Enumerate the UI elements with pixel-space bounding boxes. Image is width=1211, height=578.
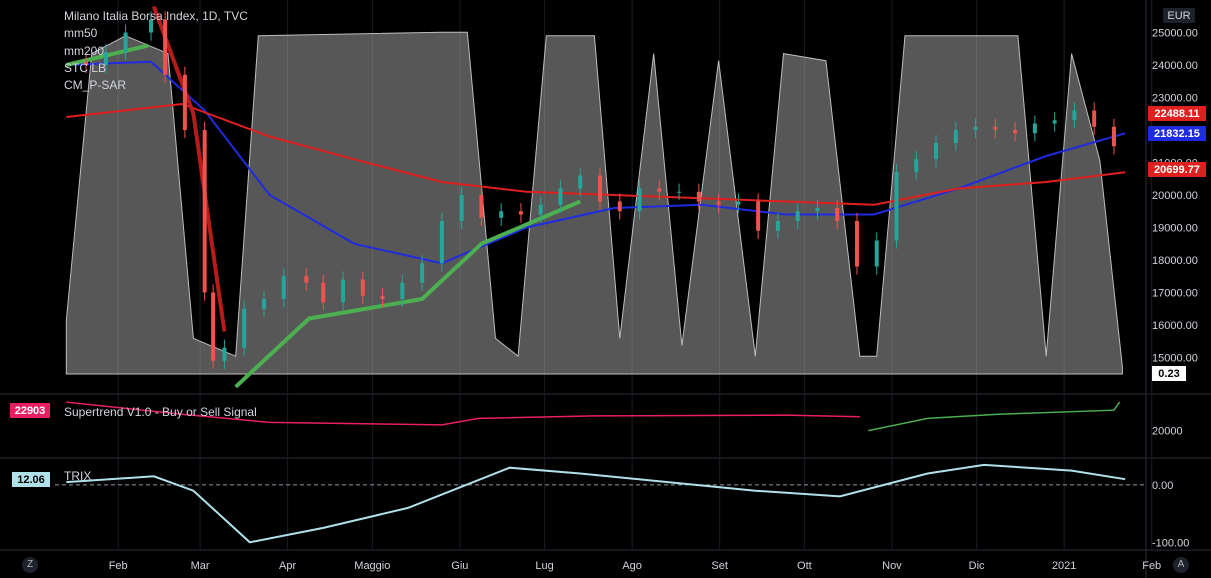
candle-body [341,279,346,303]
candle-body [696,191,701,202]
legend-psar: CM_P-SAR [64,78,126,92]
candle-body [578,175,583,189]
supertrend-buy-line [868,401,1121,432]
trix-y-tick: 0.00 [1152,480,1173,492]
candle-body [756,201,761,231]
x-tick-label: Lug [535,560,553,572]
candle-body [518,211,523,215]
candle-body [163,19,168,75]
chart-title: Milano Italia Borsa Index, 1D, TVC [64,9,248,23]
candle-body [459,195,464,221]
candle-body [321,282,326,303]
candle-body [1032,123,1037,134]
price-label-mm200-text: 22488.11 [1154,108,1199,120]
candle-body [1092,110,1097,127]
x-tick-label: Giu [451,560,468,572]
price-label-stc-text: 0.23 [1158,368,1179,380]
x-tick-label: Ago [622,560,642,572]
candle-body [677,191,682,193]
timezone-button[interactable]: Z [22,557,38,573]
candle-body [222,347,227,361]
candle-body [261,299,266,309]
candle-body [538,204,543,215]
supertrend-title: Supertrend V1.0 - Buy or Sell Signal [64,405,257,419]
candle-body [854,221,859,267]
trix-price-label-text: 12.06 [17,474,45,486]
y-tick-label: 18000.00 [1152,255,1198,267]
supertrend-price-label-text: 22903 [15,405,46,417]
candle-body [499,211,504,218]
x-tick-label: Ott [797,560,812,572]
candle-body [973,126,978,130]
candle-body [598,175,602,202]
candle-body [815,208,820,212]
x-tick-label: Set [711,560,728,572]
candle-body [558,188,563,205]
candle-body [380,295,385,299]
candle-body [420,263,425,283]
candle-body [736,201,741,205]
y-tick-label: 15000.00 [1152,353,1198,365]
candle-body [874,240,879,267]
candle-body [360,279,365,296]
candle-body [202,130,207,293]
candle-body [1072,110,1077,121]
x-tick-label: Maggio [354,560,390,572]
candle-body [1013,130,1018,134]
y-tick-label: 20000.00 [1152,190,1198,202]
price-label-ma-text: 20699.77 [1154,164,1200,176]
x-tick-label: Dic [969,560,985,572]
y-tick-label: 16000.00 [1152,320,1198,332]
candle-body [914,159,919,173]
candle-body [400,282,405,299]
legend-mm50: mm50 [64,26,98,40]
candle-body [304,276,309,283]
trix-y-tick: -100.00 [1152,537,1189,549]
x-tick-label: 2021 [1052,560,1076,572]
y-tick-label: 25000.00 [1152,28,1198,40]
candle-body [934,143,939,160]
candle-body [716,201,721,205]
candle-body [795,211,800,221]
y-tick-label: 19000.00 [1152,223,1198,235]
x-tick-label: Feb [1142,560,1161,572]
candle-body [281,276,286,299]
candle-body [835,208,840,221]
candle-body [1052,120,1057,124]
candle-body [894,172,899,241]
x-tick-label: Apr [279,560,296,572]
candle-body [479,195,484,218]
supertrend-y-tick: 20000 [1152,426,1183,438]
candle-body [637,188,642,212]
candle-body [953,130,958,143]
candle-body [1111,126,1116,147]
candle-body [242,308,247,348]
candle-body [775,221,780,231]
candle-body [211,292,216,361]
candle-body [182,74,187,130]
chart-canvas[interactable]: 15000.00 16000.00 17000.00 18000.00 19000.00… [0,0,1211,578]
y-tick-label: 23000.00 [1152,93,1198,105]
candle-body [123,32,128,52]
candle-body [993,126,998,130]
x-tick-label: Mar [191,560,210,572]
y-tick-label: 17000.00 [1152,288,1198,300]
candle-body [657,188,662,192]
currency-label: EUR [1167,10,1190,22]
x-tick-label: Nov [882,560,902,572]
legend-mm200: mm200 [64,44,104,58]
candle-body [439,221,444,264]
x-tick-label: Feb [109,560,128,572]
auto-scale-button[interactable]: A [1173,557,1189,573]
price-label-last-text: 21832.15 [1154,128,1200,140]
candle-body [617,201,622,212]
y-tick-label: 24000.00 [1152,60,1198,72]
trix-title: TRIX [64,469,91,483]
trix-line [66,463,1126,544]
legend-stc: STC LB [64,61,106,75]
trix-panel [55,463,1145,544]
